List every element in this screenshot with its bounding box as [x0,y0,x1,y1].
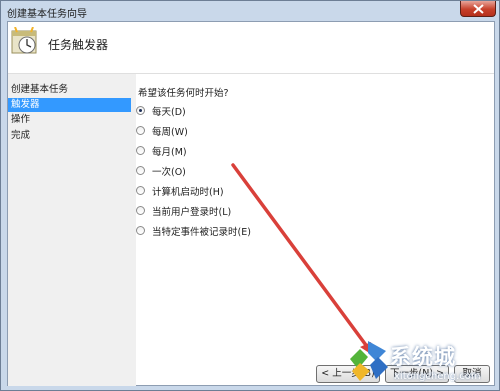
task-scheduler-icon [11,27,37,54]
window-title: 创建基本任务向导 [7,9,87,20]
radio-label[interactable]: 每周(W) [152,124,188,138]
wizard-body: 任务触发器 创建基本任务 触发器 操作 完成 希望该任务何时开始? 每天(D) … [7,21,495,386]
radio-button[interactable] [136,146,145,155]
radio-label[interactable]: 计算机启动时(H) [152,184,224,198]
sidebar-item-trigger[interactable]: 触发器 [8,98,131,112]
title-bar[interactable]: 创建基本任务向导 [1,1,500,21]
radio-button[interactable] [136,226,145,235]
watermark: 系统城 xitongcheng.com [346,333,500,391]
radio-button[interactable] [136,126,145,135]
watermark-url: xitongcheng.com [394,371,481,382]
close-icon [473,4,484,14]
radio-label[interactable]: 当特定事件被记录时(E) [152,224,251,238]
page-title: 任务触发器 [48,38,109,52]
radio-button[interactable] [136,206,145,215]
radio-label[interactable]: 当前用户登录时(L) [152,204,231,218]
sidebar-item-finish[interactable]: 完成 [8,129,131,143]
close-button[interactable] [460,1,496,17]
windows-logo-icon [350,341,388,381]
radio-label[interactable]: 每天(D) [152,104,186,118]
radio-button[interactable] [136,186,145,195]
wizard-header: 任务触发器 [8,22,494,74]
watermark-brand: 系统城 [390,345,456,369]
radio-button[interactable] [136,106,145,115]
wizard-steps-sidebar: 创建基本任务 触发器 操作 完成 [8,74,136,386]
trigger-question: 希望该任务何时开始? [138,88,229,99]
sidebar-item-create-basic-task[interactable]: 创建基本任务 [8,83,131,97]
sidebar-item-action[interactable]: 操作 [8,113,131,127]
radio-label[interactable]: 一次(O) [152,164,186,178]
radio-label[interactable]: 每月(M) [152,144,187,158]
radio-button[interactable] [136,166,145,175]
